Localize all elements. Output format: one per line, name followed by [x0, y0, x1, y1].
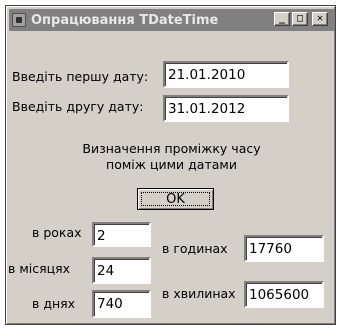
- days-label: в днях: [32, 296, 76, 311]
- description-line-1: Визначення проміжку часу: [82, 141, 261, 156]
- months-field[interactable]: 24: [92, 257, 151, 284]
- title-bar[interactable]: Опрацювання TDateTime _ □ ✕: [9, 9, 334, 31]
- main-window: Опрацювання TDateTime _ □ ✕ Введіть перш…: [5, 5, 336, 325]
- months-label: в місяцях: [8, 261, 71, 276]
- minimize-button[interactable]: _: [274, 12, 290, 26]
- hours-label: в годинах: [162, 241, 228, 256]
- years-label: в роках: [32, 225, 82, 240]
- ok-button[interactable]: OK: [137, 188, 214, 210]
- minutes-label: в хвилинах: [162, 286, 236, 301]
- second-date-label: Введіть другу дату:: [12, 99, 144, 114]
- maximize-button[interactable]: □: [292, 12, 308, 26]
- first-date-label: Введіть першу дату:: [12, 69, 149, 84]
- minutes-field[interactable]: 1065600: [244, 281, 324, 308]
- days-field[interactable]: 740: [92, 290, 151, 318]
- description-line-2: поміж цими датами: [106, 157, 237, 172]
- first-date-field[interactable]: 21.01.2010: [163, 61, 289, 88]
- years-field[interactable]: 2: [92, 222, 151, 247]
- ok-button-label: OK: [141, 192, 210, 207]
- hours-field[interactable]: 17760: [244, 235, 324, 262]
- second-date-field[interactable]: 31.01.2012: [163, 95, 289, 122]
- window-title: Опрацювання TDateTime: [31, 12, 219, 28]
- close-button[interactable]: ✕: [312, 12, 328, 26]
- app-icon[interactable]: [12, 13, 26, 27]
